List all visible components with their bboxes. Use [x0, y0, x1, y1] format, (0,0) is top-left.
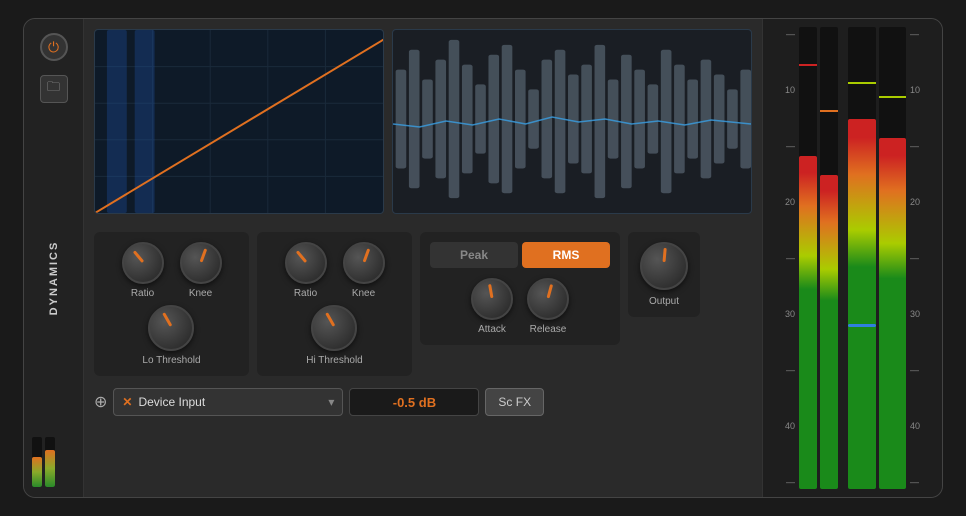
- meter-fill-4: [879, 138, 907, 489]
- folder-icon: 🗀: [47, 78, 60, 100]
- power-icon: ⏻: [48, 39, 59, 56]
- lo-knee-label: Knee: [189, 288, 212, 299]
- folder-button[interactable]: 🗀: [40, 75, 68, 103]
- bottom-bar: ⊕ ✕ Device Input ▾ -0.5 dB Sc FX: [94, 384, 752, 420]
- waveform-svg: [393, 30, 751, 213]
- meter-scale-left: — 10 — 20 — 30 — 40 —: [771, 27, 795, 489]
- controls-row: Ratio Knee Lo Threshold: [94, 232, 752, 376]
- top-row: [94, 29, 752, 224]
- meter-bar-1: [799, 27, 817, 489]
- mini-vu-bar-left: [32, 437, 42, 487]
- device-input-label: Device Input: [138, 395, 205, 409]
- meter-fill-1: [799, 156, 817, 489]
- mini-vu-meters: [32, 437, 55, 487]
- lo-threshold-group: Lo Threshold: [142, 305, 200, 366]
- attack-knob[interactable]: [471, 278, 513, 320]
- peak-button[interactable]: Peak: [430, 242, 518, 268]
- power-button[interactable]: ⏻: [40, 33, 68, 61]
- hi-ratio-knob[interactable]: [285, 242, 327, 284]
- sc-fx-button[interactable]: Sc FX: [485, 388, 544, 416]
- lo-knee-knob[interactable]: [180, 242, 222, 284]
- meter-bar-4: [879, 27, 907, 489]
- meter-bars-group: [799, 27, 906, 489]
- output-knob[interactable]: [640, 242, 688, 290]
- attack-release-row: Attack Release: [430, 278, 610, 335]
- attack-label: Attack: [478, 324, 506, 335]
- plugin-title: DYNAMICS: [48, 241, 60, 316]
- peak-rms-buttons: Peak RMS: [430, 242, 610, 268]
- lo-threshold-knob[interactable]: [148, 305, 194, 351]
- hi-threshold-row: Hi Threshold: [306, 305, 363, 366]
- meter-bar-2: [820, 27, 838, 489]
- main-content: Ratio Knee Lo Threshold: [84, 19, 762, 497]
- peak-indicator-2: [820, 110, 838, 112]
- hi-threshold-knob[interactable]: [311, 305, 357, 351]
- meter-fill-2: [820, 175, 838, 489]
- waveform-display: [392, 29, 752, 214]
- meter-scale-right: — 10 — 20 — 30 — 40 —: [910, 27, 934, 489]
- dropdown-arrow-icon: ▾: [328, 395, 334, 409]
- hi-knee-label: Knee: [352, 288, 375, 299]
- lo-threshold-label: Lo Threshold: [142, 355, 200, 366]
- peak-rms-section: Peak RMS Attack Release: [420, 232, 620, 345]
- device-input-select[interactable]: ✕ Device Input ▾: [113, 388, 343, 416]
- hi-ratio-group: Ratio: [285, 242, 327, 299]
- lo-knob-row: Ratio Knee: [122, 242, 222, 299]
- release-group: Release: [527, 278, 569, 335]
- lo-knee-group: Knee: [180, 242, 222, 299]
- lo-comp-section: Ratio Knee Lo Threshold: [94, 232, 249, 376]
- transfer-graph: [94, 29, 384, 214]
- graph-grid-svg: [95, 30, 383, 213]
- blue-dot-3: [848, 324, 876, 327]
- x-icon[interactable]: ✕: [122, 395, 132, 409]
- rms-button[interactable]: RMS: [522, 242, 610, 268]
- hi-knee-knob[interactable]: [343, 242, 385, 284]
- db-display: -0.5 dB: [349, 388, 479, 416]
- attack-group: Attack: [471, 278, 513, 335]
- mini-vu-fill-right: [45, 450, 55, 488]
- meters-area: — 10 — 20 — 30 — 40 —: [771, 27, 934, 489]
- routing-icon[interactable]: ⊕: [94, 392, 107, 412]
- meter-spacer: [841, 27, 845, 489]
- lo-ratio-label: Ratio: [131, 288, 154, 299]
- right-meters: — 10 — 20 — 30 — 40 —: [762, 19, 942, 497]
- lo-threshold-row: Lo Threshold: [142, 305, 200, 366]
- mini-vu-fill-left: [32, 457, 42, 487]
- release-knob[interactable]: [527, 278, 569, 320]
- meter-bar-3: [848, 27, 876, 489]
- release-label: Release: [530, 324, 567, 335]
- output-label: Output: [649, 296, 679, 307]
- hi-knee-group: Knee: [343, 242, 385, 299]
- peak-indicator-3: [848, 82, 876, 84]
- db-value: -0.5 dB: [393, 395, 436, 410]
- hi-threshold-label: Hi Threshold: [306, 355, 363, 366]
- lo-ratio-group: Ratio: [122, 242, 164, 299]
- mini-vu-bar-right: [45, 437, 55, 487]
- lo-ratio-knob[interactable]: [122, 242, 164, 284]
- peak-indicator-4: [879, 96, 907, 98]
- hi-knob-row: Ratio Knee: [285, 242, 385, 299]
- hi-ratio-label: Ratio: [294, 288, 317, 299]
- hi-threshold-group: Hi Threshold: [306, 305, 363, 366]
- output-section: Output: [628, 232, 700, 317]
- peak-indicator-1: [799, 64, 817, 66]
- left-sidebar: ⏻ 🗀 DYNAMICS: [24, 19, 84, 497]
- meter-fill-3: [848, 119, 876, 489]
- hi-comp-section: Ratio Knee Hi Threshold: [257, 232, 412, 376]
